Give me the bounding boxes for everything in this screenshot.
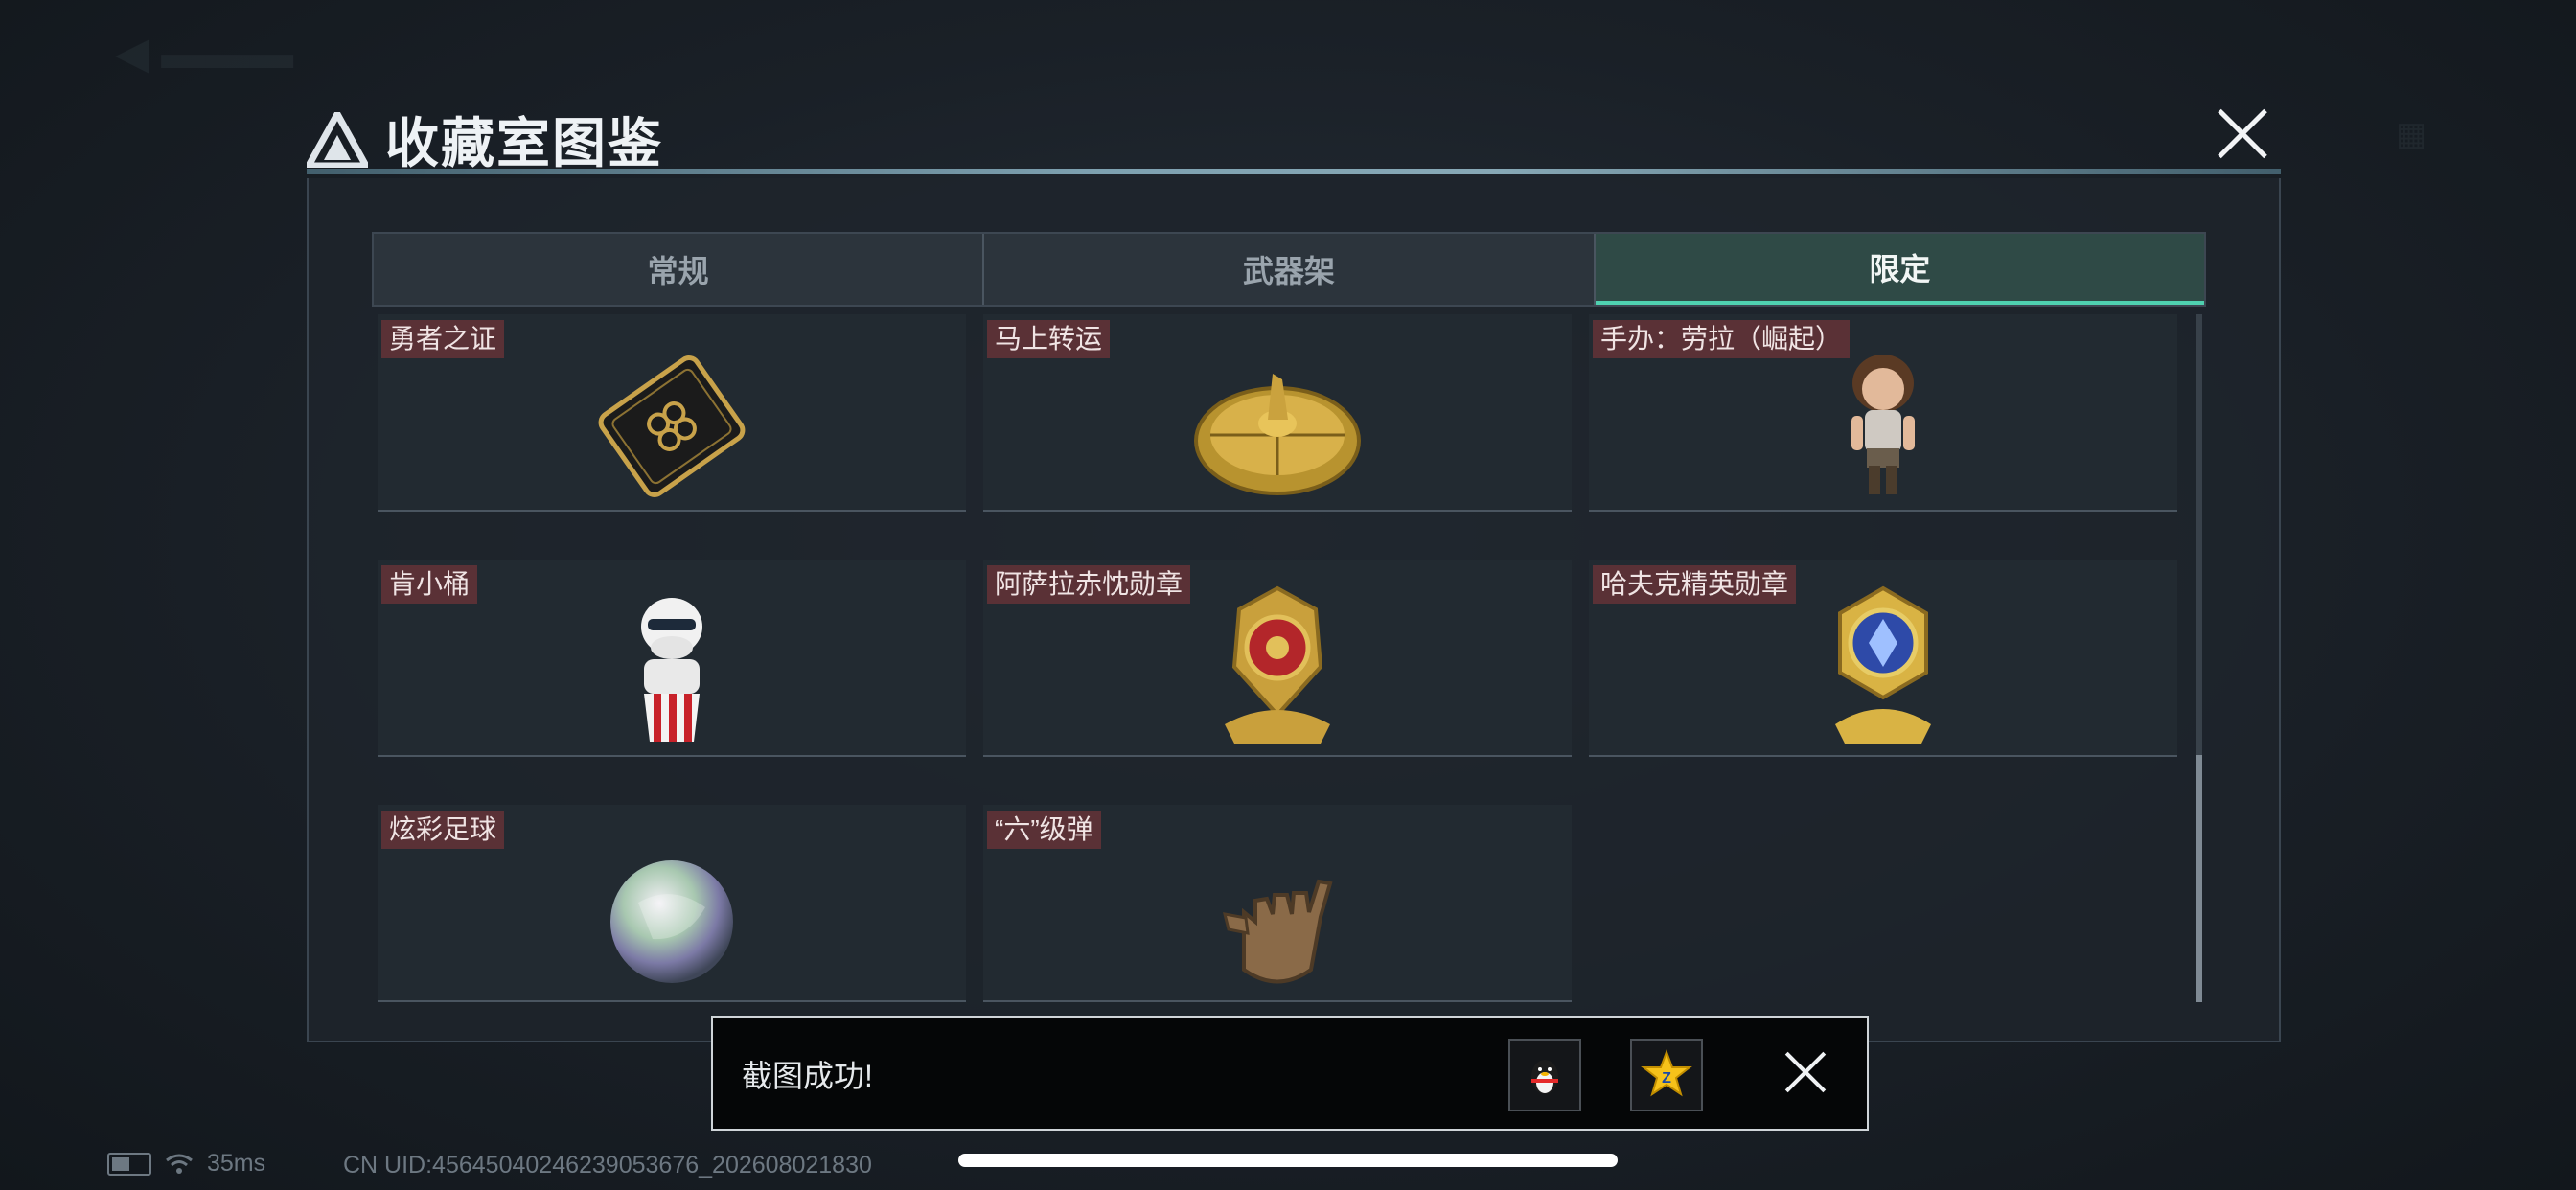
toast-close-button[interactable] (1784, 1052, 1827, 1094)
tab-weapon-rack[interactable]: 武器架 (984, 234, 1596, 305)
item-label: 哈夫克精英勋章 (1593, 565, 1797, 604)
wifi-icon (166, 1154, 193, 1174)
collection-item[interactable]: “六”级弹 (983, 805, 1572, 1002)
golden-wheel-icon (1194, 374, 1361, 495)
collection-item[interactable]: 哈夫克精英勋章 (1589, 560, 2177, 757)
grid-scrollbar[interactable] (2196, 314, 2202, 1002)
item-label: 马上转运 (987, 320, 1111, 358)
scroll-thumb[interactable] (2196, 755, 2202, 1002)
modal-header: 收藏室图鉴 (307, 91, 2281, 177)
status-bar: 35ms (107, 1150, 265, 1178)
modal-title: 收藏室图鉴 (385, 113, 663, 173)
ping-text: 35ms (207, 1150, 266, 1177)
kfc-bucket-figure-icon (641, 598, 702, 742)
item-label: “六”级弹 (987, 811, 1101, 849)
share-qq-button[interactable] (1508, 1039, 1581, 1111)
close-modal-button[interactable] (2214, 105, 2271, 163)
red-medal-icon (1225, 585, 1330, 744)
bronze-hand-icon (1222, 879, 1333, 984)
collection-item[interactable]: 手办：劳拉（崛起） (1589, 314, 2177, 512)
qzone-star-icon: Z (1641, 1049, 1692, 1097)
collection-item[interactable]: 肯小桶 (378, 560, 966, 757)
screenshot-toast: 截图成功! Z (711, 1016, 1869, 1131)
uid-text: CN UID:45645040246239053676_202608021830 (343, 1152, 872, 1179)
battery-icon (107, 1152, 151, 1176)
collection-item[interactable]: 阿萨拉赤忱勋章 (983, 560, 1572, 757)
category-tabs: 常规 武器架 限定 (372, 232, 2206, 307)
item-label: 炫彩足球 (381, 811, 505, 849)
header-divider (307, 169, 2281, 174)
tab-limited[interactable]: 限定 (1595, 234, 2204, 305)
toast-message: 截图成功! (742, 1059, 873, 1093)
background-ghost-widget: ▦ (2396, 116, 2427, 152)
home-indicator[interactable] (958, 1154, 1618, 1167)
svg-text:Z: Z (1662, 1070, 1671, 1087)
delta-logo-icon (307, 111, 368, 168)
collection-item[interactable]: 勇者之证 (378, 314, 966, 512)
lara-figure-icon (1852, 355, 1915, 494)
item-label: 阿萨拉赤忱勋章 (987, 565, 1191, 604)
brave-card-icon (598, 355, 746, 497)
item-label: 肯小桶 (381, 565, 478, 604)
tab-regular[interactable]: 常规 (374, 234, 985, 305)
qq-penguin-icon (1531, 1060, 1558, 1094)
blue-medal-icon (1835, 585, 1931, 744)
share-qzone-button[interactable]: Z (1630, 1039, 1703, 1111)
item-label: 勇者之证 (381, 320, 505, 358)
collection-item[interactable]: 马上转运 (983, 314, 1572, 512)
background-ghost-text: ◀ ▬▬▬ (115, 28, 294, 78)
iridescent-ball-icon (610, 860, 733, 983)
collection-item[interactable]: 炫彩足球 (378, 805, 966, 1002)
